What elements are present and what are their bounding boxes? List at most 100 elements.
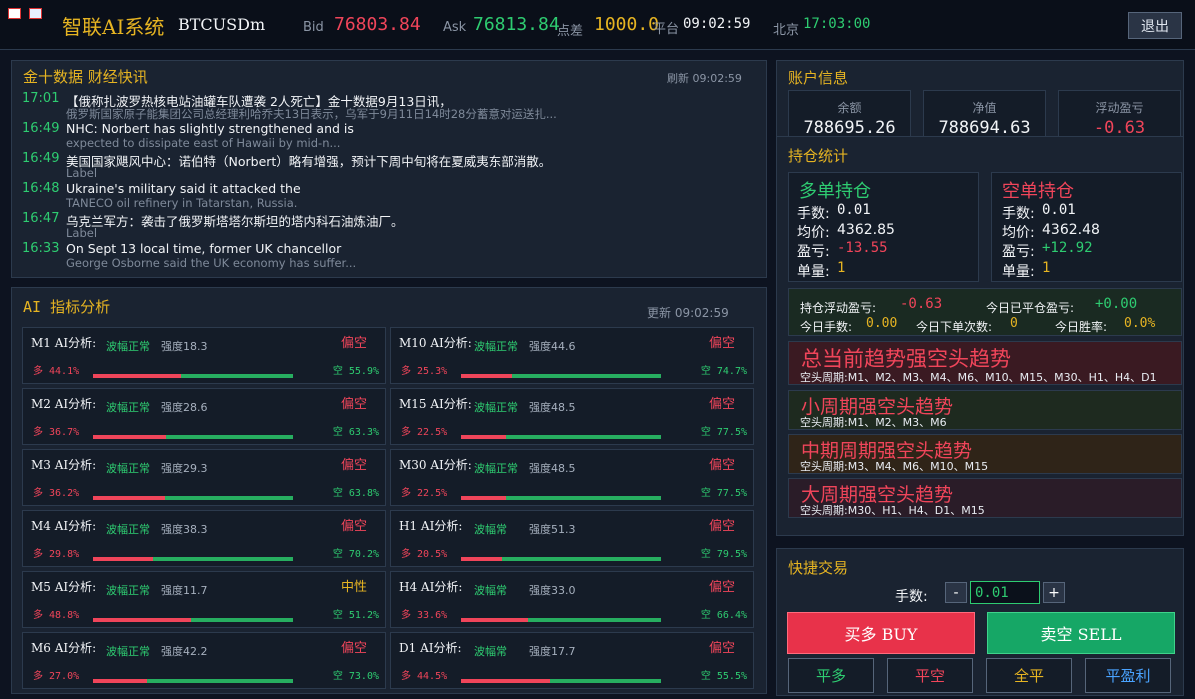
closed-value: +0.00 xyxy=(1095,296,1138,312)
beijing-time: 17:03:00 xyxy=(803,16,871,32)
short-percent: 空 73.0% xyxy=(332,671,379,682)
long-bar-fill xyxy=(461,618,529,622)
trend-periods: 空头周期:M30、H1、H4、D1、M15 xyxy=(800,504,985,517)
news-refresh[interactable]: 刷新 09:02:59 xyxy=(667,70,742,86)
winrate-value: 0.0% xyxy=(1124,316,1156,331)
short-count-label: 单量: xyxy=(1002,264,1035,280)
direction-badge: 偏空 xyxy=(340,641,367,656)
news-summary: expected to dissipate east of Hawaii by … xyxy=(66,136,341,150)
news-summary: 俄罗斯国家原子能集团公司总经理利哈乔夫13日表示，乌军于9月11日14时28分蓄… xyxy=(66,107,557,121)
strength-value: 强度18.3 xyxy=(161,340,208,353)
trend-long-cycle: 大周期强空头趋势 空头周期:M30、H1、H4、D1、M15 xyxy=(788,478,1182,518)
long-bar-fill xyxy=(461,496,506,500)
long-percent: 多 29.8% xyxy=(33,549,80,560)
long-short-bar xyxy=(461,496,661,500)
long-title: 多单持仓 xyxy=(799,181,871,202)
ai-analysis-card: M10 AI分析: 波幅正常 强度44.6 偏空多 25.3% 空 74.7% xyxy=(390,327,754,384)
close-all-button[interactable]: 全平 xyxy=(986,658,1072,693)
strength-value: 强度42.2 xyxy=(161,645,208,658)
short-percent: 空 74.7% xyxy=(700,366,747,377)
news-time: 17:01 xyxy=(22,91,60,106)
close-short-button[interactable]: 平空 xyxy=(887,658,973,693)
lots-input[interactable] xyxy=(970,581,1040,604)
short-avg: 4362.48 xyxy=(1042,222,1100,238)
trend-total: 总当前趋势强空头趋势 空头周期:M1、M2、M3、M4、M6、M10、M15、M… xyxy=(788,341,1182,385)
short-percent: 空 63.8% xyxy=(332,488,379,499)
news-headline[interactable]: Ukraine's military said it attacked the xyxy=(66,181,301,196)
ai-analysis-card: D1 AI分析: 波幅常 强度17.7 偏空多 44.5% 空 55.5% xyxy=(390,632,754,689)
long-bar-fill xyxy=(93,618,191,622)
news-headline[interactable]: 乌克兰军方：袭击了俄罗斯塔塔尔斯坦的塔内科石油炼油厂。 xyxy=(66,211,404,230)
close-profit-button[interactable]: 平盈利 xyxy=(1085,658,1171,693)
long-short-bar xyxy=(93,679,293,683)
sell-button[interactable]: 卖空 SELL xyxy=(987,612,1175,654)
long-percent: 多 48.8% xyxy=(33,610,80,621)
close-long-button[interactable]: 平多 xyxy=(788,658,874,693)
long-bar-fill xyxy=(93,496,166,500)
trend-short-cycle: 小周期强空头趋势 空头周期:M1、M2、M3、M6 xyxy=(788,390,1182,430)
ai-analysis-card: H1 AI分析: 波幅常 强度51.3 偏空多 20.5% 空 79.5% xyxy=(390,510,754,567)
short-title: 空单持仓 xyxy=(1002,181,1074,202)
news-headline[interactable]: 美国国家飓风中心：诺伯特（Norbert）略有增强，预计下周中旬将在夏威夷东部消… xyxy=(66,151,551,170)
long-percent: 多 20.5% xyxy=(401,549,448,560)
volatility-status: 波幅常 xyxy=(474,523,507,536)
news-headline[interactable]: On Sept 13 local time, former UK chancel… xyxy=(66,241,341,256)
buy-button[interactable]: 买多 BUY xyxy=(787,612,975,654)
lots-increase-button[interactable]: + xyxy=(1043,582,1065,603)
timeframe-label: H4 AI分析: xyxy=(399,580,463,594)
app-title: 智联AI系统 xyxy=(62,15,165,39)
balance-box: 余额 788695.26 xyxy=(788,90,911,138)
closed-label: 今日已平仓盈亏: xyxy=(986,301,1075,315)
long-percent: 多 22.5% xyxy=(401,488,448,499)
direction-badge: 偏空 xyxy=(708,641,735,656)
equity-value: 788694.63 xyxy=(938,118,1031,138)
long-bar-fill xyxy=(93,679,147,683)
long-short-bar xyxy=(93,435,293,439)
top-bar: 智联AI系统 BTCUSDm Bid 76803.84 Ask 76813.84… xyxy=(0,0,1195,50)
news-headline[interactable]: NHC: Norbert has slightly strengthened a… xyxy=(66,121,354,136)
lots-decrease-button[interactable]: - xyxy=(945,582,967,603)
strength-value: 强度33.0 xyxy=(529,584,576,597)
direction-badge: 偏空 xyxy=(340,397,367,412)
ai-analysis-card: H4 AI分析: 波幅常 强度33.0 偏空多 33.6% 空 66.4% xyxy=(390,571,754,628)
timeframe-label: D1 AI分析: xyxy=(399,641,462,655)
equity-label: 净值 xyxy=(972,101,997,115)
short-pnl-label: 盈亏: xyxy=(1002,244,1035,260)
volatility-status: 波幅正常 xyxy=(106,340,150,353)
spread-label: 点差 xyxy=(557,24,584,39)
ai-analysis-card: M2 AI分析: 波幅正常 强度28.6 偏空多 36.7% 空 63.3% xyxy=(22,388,386,445)
balance-label: 余额 xyxy=(837,101,862,115)
short-percent: 空 70.2% xyxy=(332,549,379,560)
long-percent: 多 22.5% xyxy=(401,427,448,438)
exit-button[interactable]: 退出 xyxy=(1128,12,1182,39)
short-lots-label: 手数: xyxy=(1002,206,1035,222)
trend-periods: 空头周期:M1、M2、M3、M6 xyxy=(800,416,947,429)
short-percent: 空 55.9% xyxy=(332,366,379,377)
timeframe-label: M6 AI分析: xyxy=(31,641,97,655)
news-time: 16:33 xyxy=(22,241,60,256)
volatility-status: 波幅常 xyxy=(474,645,507,658)
beijing-label: 北京 xyxy=(773,23,800,38)
ai-analysis-card: M30 AI分析: 波幅正常 强度48.5 偏空多 22.5% 空 77.5% xyxy=(390,449,754,506)
news-time: 16:48 xyxy=(22,181,60,196)
window-icon xyxy=(8,8,21,19)
today-lots-value: 0.00 xyxy=(866,316,898,331)
direction-badge: 偏空 xyxy=(708,519,735,534)
strength-value: 强度38.3 xyxy=(161,523,208,536)
spread-value: 1000.0 xyxy=(594,14,660,35)
long-short-bar xyxy=(93,496,293,500)
timeframe-label: M30 AI分析: xyxy=(399,458,472,472)
timeframe-label: M15 AI分析: xyxy=(399,397,472,411)
long-lots-label: 手数: xyxy=(797,206,830,222)
bid-value: 76803.84 xyxy=(334,14,421,35)
long-bar-fill xyxy=(93,435,167,439)
ask-label: Ask xyxy=(443,20,467,35)
strength-value: 强度44.6 xyxy=(529,340,576,353)
orders-value: 0 xyxy=(1010,316,1018,331)
symbol-label: BTCUSDm xyxy=(178,15,266,34)
trend-mid-cycle: 中期周期强空头趋势 空头周期:M3、M4、M6、M10、M15 xyxy=(788,434,1182,474)
long-short-bar xyxy=(461,679,661,683)
long-avg-label: 均价: xyxy=(797,225,830,241)
short-percent: 空 66.4% xyxy=(700,610,747,621)
long-bar-fill xyxy=(93,557,153,561)
